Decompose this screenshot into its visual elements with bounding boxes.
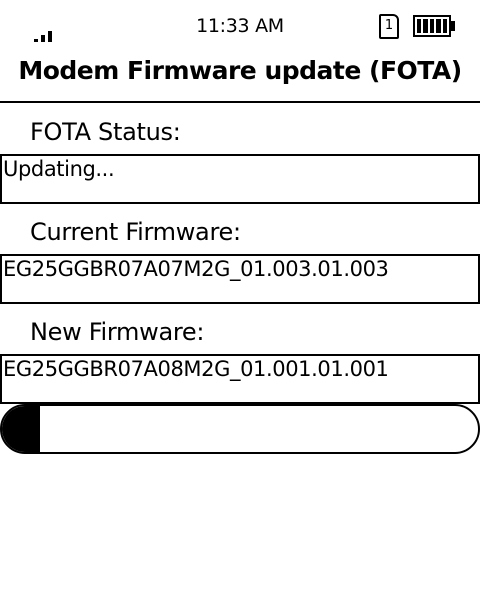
progress-fill [2,406,41,452]
current-firmware-label: Current Firmware: [30,218,241,246]
battery-icon [413,15,451,37]
fota-status-label: FOTA Status: [30,118,181,146]
fota-status-field: Updating... [0,154,480,204]
page-title: Modem Firmware update (FOTA) [18,56,462,85]
clock: 11:33 AM [196,15,284,37]
sim-card-icon: 1 [379,14,399,39]
new-firmware-label: New Firmware: [30,318,205,346]
status-bar: 11:33 AM 1 [0,0,480,50]
current-firmware-field: EG25GGBR07A07M2G_01.003.01.003 [0,254,480,304]
update-progress-bar [0,404,480,454]
battery-tip [451,21,455,31]
new-firmware-field: EG25GGBR07A08M2G_01.001.01.001 [0,354,480,404]
title-divider [0,101,480,103]
